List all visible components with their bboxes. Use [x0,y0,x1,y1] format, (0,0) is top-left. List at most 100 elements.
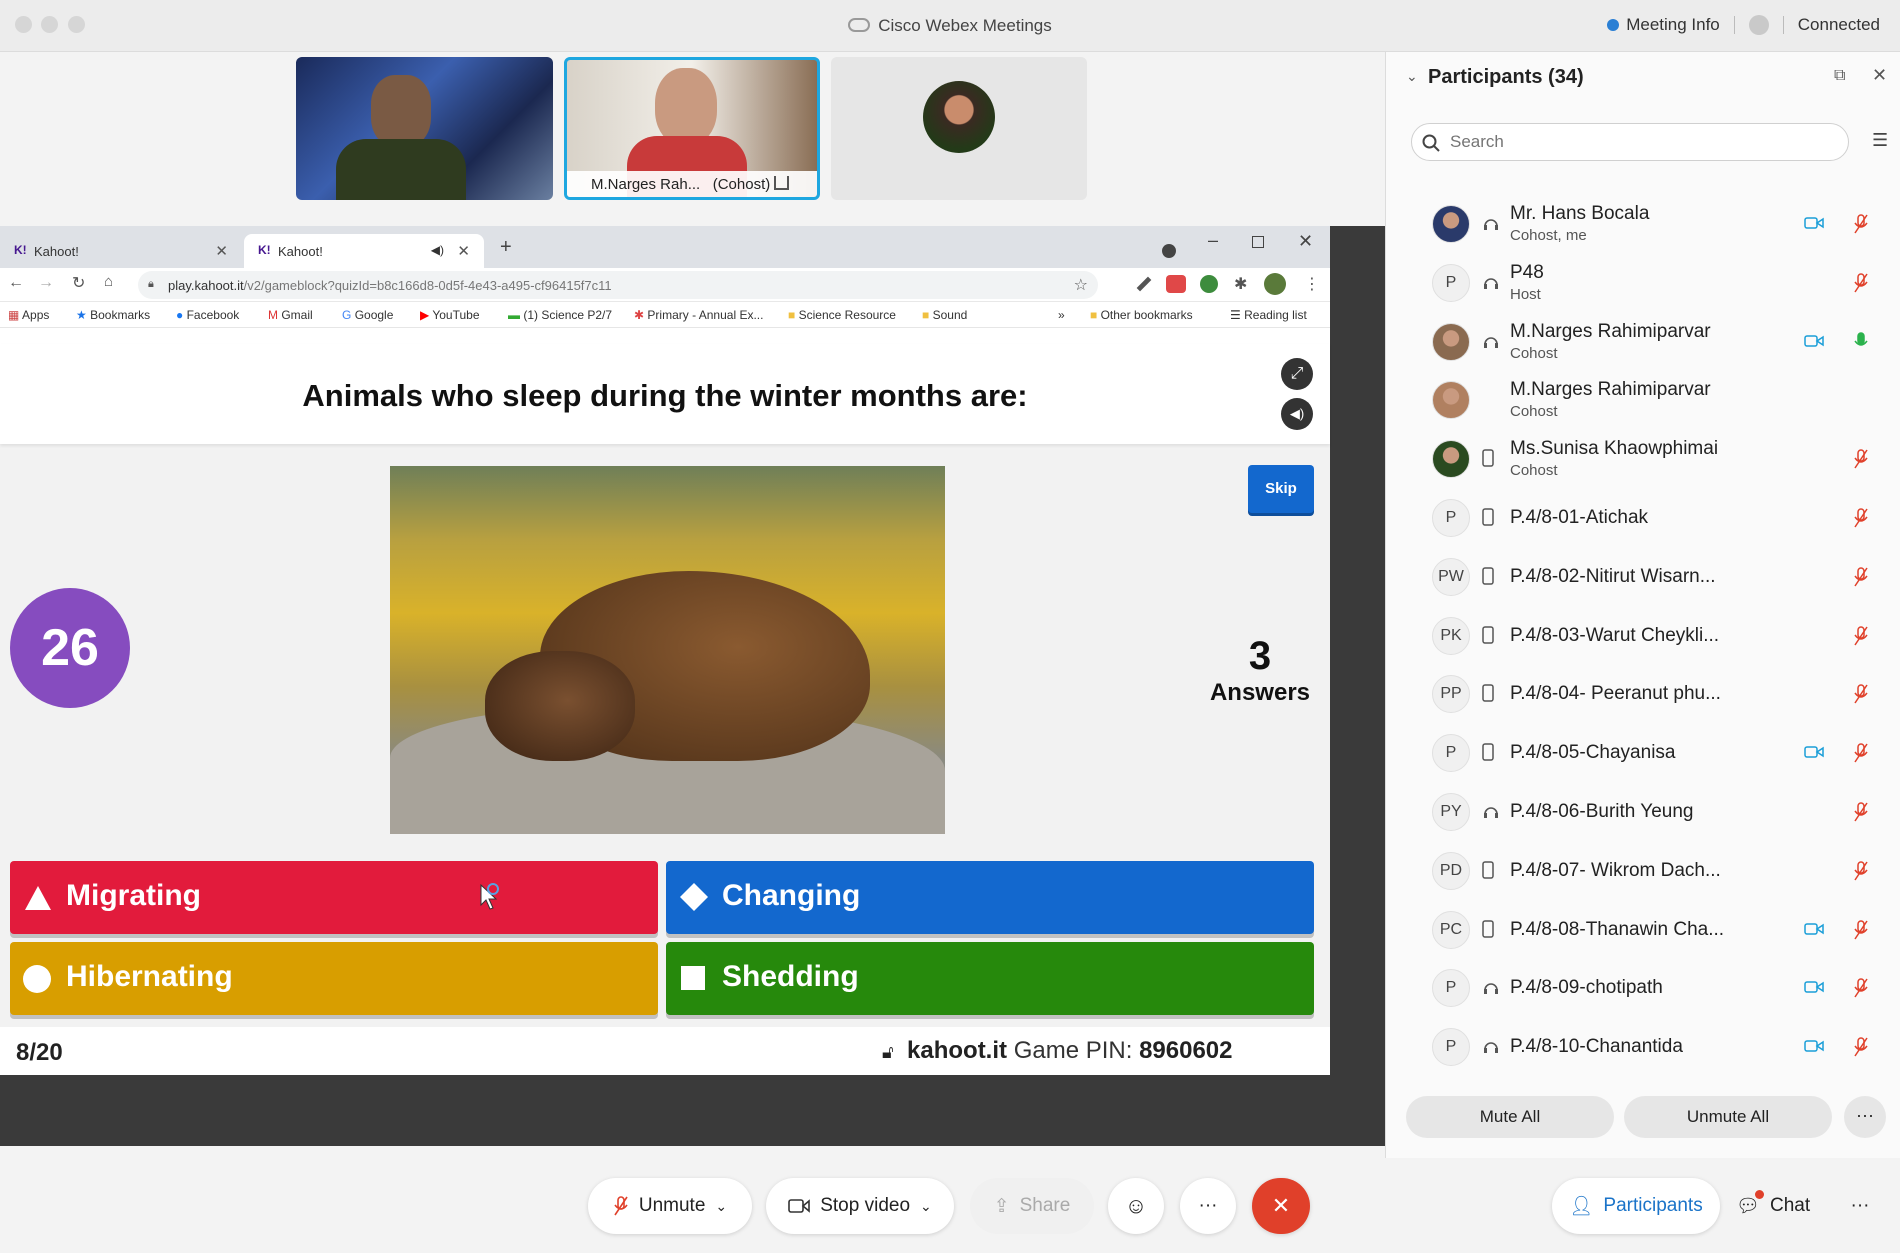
participant-row[interactable]: P P.4/8-09-chotipath [1386,959,1900,1017]
popout-icon[interactable]: ⧉ [1834,67,1845,85]
unmute-all-button[interactable]: Unmute All [1624,1096,1832,1138]
forward-icon[interactable]: → [38,274,54,292]
leave-meeting-button[interactable]: ✕ [1252,1178,1310,1234]
browser-tab[interactable]: K! Kahoot! ✕ [0,234,242,268]
minimize-icon[interactable]: – [1208,230,1218,251]
video-thumbnail-avatar[interactable] [831,57,1087,200]
mic-muted-icon[interactable] [1853,567,1869,587]
participant-row[interactable]: PY P.4/8-06-Burith Yeung [1386,783,1900,841]
more-bookmarks-button[interactable]: » [1058,308,1065,322]
bookmark-facebook[interactable]: ● Facebook [176,308,239,322]
star-icon[interactable]: ☆ [1074,275,1088,295]
bookmark-other[interactable]: ■ Other bookmarks [1090,308,1193,322]
close-tab-icon[interactable]: ✕ [457,242,470,260]
participant-row[interactable]: M.Narges Rahimiparvar Cohost [1386,313,1900,371]
share-button[interactable]: ⇪ Share [970,1178,1094,1234]
bookmark-science[interactable]: ▬ (1) Science P2/7 [508,308,612,322]
puzzle-icon[interactable]: ✱ [1234,274,1247,294]
participant-row[interactable]: Ms.Sunisa Khaowphimai Cohost [1386,430,1900,488]
participant-row[interactable]: P P.4/8-05-Chayanisa [1386,724,1900,782]
chat-label: Chat [1769,1195,1811,1216]
home-icon[interactable]: ⌂ [104,273,113,290]
mic-muted-icon[interactable] [1853,508,1869,528]
reload-icon[interactable]: ↻ [72,273,85,293]
globe-extension-icon[interactable] [1200,275,1218,293]
bookmark-bookmarks[interactable]: ★ Bookmarks [76,308,150,322]
network-status-icon[interactable] [1748,15,1769,35]
panel-more-button[interactable]: ··· [1836,1178,1884,1234]
stop-video-button[interactable]: Stop video ⌄ [766,1178,954,1234]
video-thumbnail-hans[interactable] [296,57,553,200]
mic-muted-icon[interactable] [1853,684,1869,704]
participant-row[interactable]: PD P.4/8-07- Wikrom Dach... [1386,842,1900,900]
participant-search[interactable] [1411,123,1849,161]
mic-muted-icon[interactable] [1853,449,1869,469]
unmute-button[interactable]: Unmute ⌄ [588,1178,752,1234]
bookmark-science-resource[interactable]: ■ Science Resource [788,308,896,322]
participant-row[interactable]: PP P.4/8-04- Peeranut phu... [1386,665,1900,723]
meeting-info-button[interactable]: Meeting Info [1607,15,1720,35]
fullscreen-icon[interactable]: ⤢ [1281,358,1313,390]
close-panel-icon[interactable]: ✕ [1872,65,1887,86]
address-bar[interactable]: 🔒︎ play.kahoot.it/v2/gameblock?quizId=b8… [138,271,1098,299]
eyedropper-icon[interactable] [1136,276,1152,292]
mic-muted-icon[interactable] [1853,861,1869,881]
mic-on-icon[interactable] [1853,331,1869,352]
mic-muted-icon[interactable] [1853,919,1869,940]
answer-option-2[interactable]: Changing [666,861,1314,934]
participant-row[interactable]: PW P.4/8-02-Nitirut Wisarn... [1386,548,1900,606]
bookmark-gmail[interactable]: M Gmail [268,308,313,322]
sort-list-icon[interactable]: ☰ [1872,130,1888,151]
participants-button[interactable]: 👤︎ Participants [1552,1178,1720,1234]
close-icon[interactable]: ✕ [1298,231,1313,252]
headset-icon [1482,978,1498,996]
sound-icon[interactable]: ◀) [1281,398,1313,430]
maximize-icon[interactable] [1252,236,1264,248]
mute-all-button[interactable]: Mute All [1406,1096,1614,1138]
mic-muted-icon[interactable] [1853,1037,1869,1057]
more-options-button[interactable]: ··· [1844,1096,1886,1138]
participant-row[interactable]: M.Narges Rahimiparvar Cohost [1386,371,1900,429]
unmute-label: Unmute [638,1195,706,1216]
mic-muted-icon[interactable] [1853,978,1869,998]
participant-row[interactable]: Mr. Hans Bocala Cohost, me [1386,195,1900,253]
video-thumbnail-narges[interactable]: M.Narges Rah... (Cohost) [564,57,820,200]
participant-row[interactable]: PC P.4/8-08-Thanawin Cha... [1386,901,1900,959]
bookmark-google[interactable]: G Google [342,308,393,322]
answer-option-1[interactable]: Migrating [10,861,658,934]
bookmark-primary[interactable]: ✱ Primary - Annual Ex... [634,308,763,322]
search-input[interactable] [1450,132,1830,152]
mic-muted-icon[interactable] [1853,214,1869,234]
menu-icon[interactable]: ⋮ [1304,274,1320,294]
bookmark-apps[interactable]: ▦ Apps [8,308,49,322]
answer-option-4[interactable]: Shedding [666,942,1314,1015]
mic-muted-icon[interactable] [1853,625,1869,646]
chevron-down-icon[interactable]: ⌄ [920,1198,932,1215]
profile-avatar[interactable] [1264,273,1286,295]
back-icon[interactable]: ← [8,274,24,292]
collapse-chevron-icon[interactable]: ⌄ [1406,68,1418,85]
bookmark-youtube[interactable]: ▶ YouTube [420,308,480,322]
tab-search-icon[interactable] [1162,244,1176,258]
mic-muted-icon[interactable] [1853,273,1869,293]
bookmark-sound[interactable]: ■ Sound [922,308,967,322]
skip-button[interactable]: Skip [1248,465,1314,513]
participant-name: P.4/8-06-Burith Yeung [1510,801,1694,822]
extension-icon[interactable] [1166,275,1186,293]
close-tab-icon[interactable]: ✕ [215,242,228,260]
mic-muted-icon[interactable] [1853,802,1869,822]
new-tab-button[interactable]: + [500,236,512,259]
more-controls-button[interactable]: ··· [1180,1178,1236,1234]
chevron-down-icon[interactable]: ⌄ [715,1198,727,1215]
participant-row[interactable]: PK P.4/8-03-Warut Cheykli... [1386,607,1900,665]
participant-row[interactable]: P P.4/8-10-Chanantida [1386,1018,1900,1076]
participant-row[interactable]: P P48 Host [1386,254,1900,312]
mic-muted-icon[interactable] [1853,743,1869,763]
participant-row[interactable]: P P.4/8-01-Atichak [1386,489,1900,547]
reading-list[interactable]: ☰ Reading list [1230,308,1307,322]
reactions-button[interactable]: ☺ [1108,1178,1164,1234]
answer-option-3[interactable]: Hibernating [10,942,658,1015]
browser-tab-active[interactable]: K! Kahoot! ◀) ✕ [244,234,484,268]
answers-label: Answers [1209,679,1311,706]
chat-button[interactable]: 💬︎ Chat [1724,1178,1822,1234]
